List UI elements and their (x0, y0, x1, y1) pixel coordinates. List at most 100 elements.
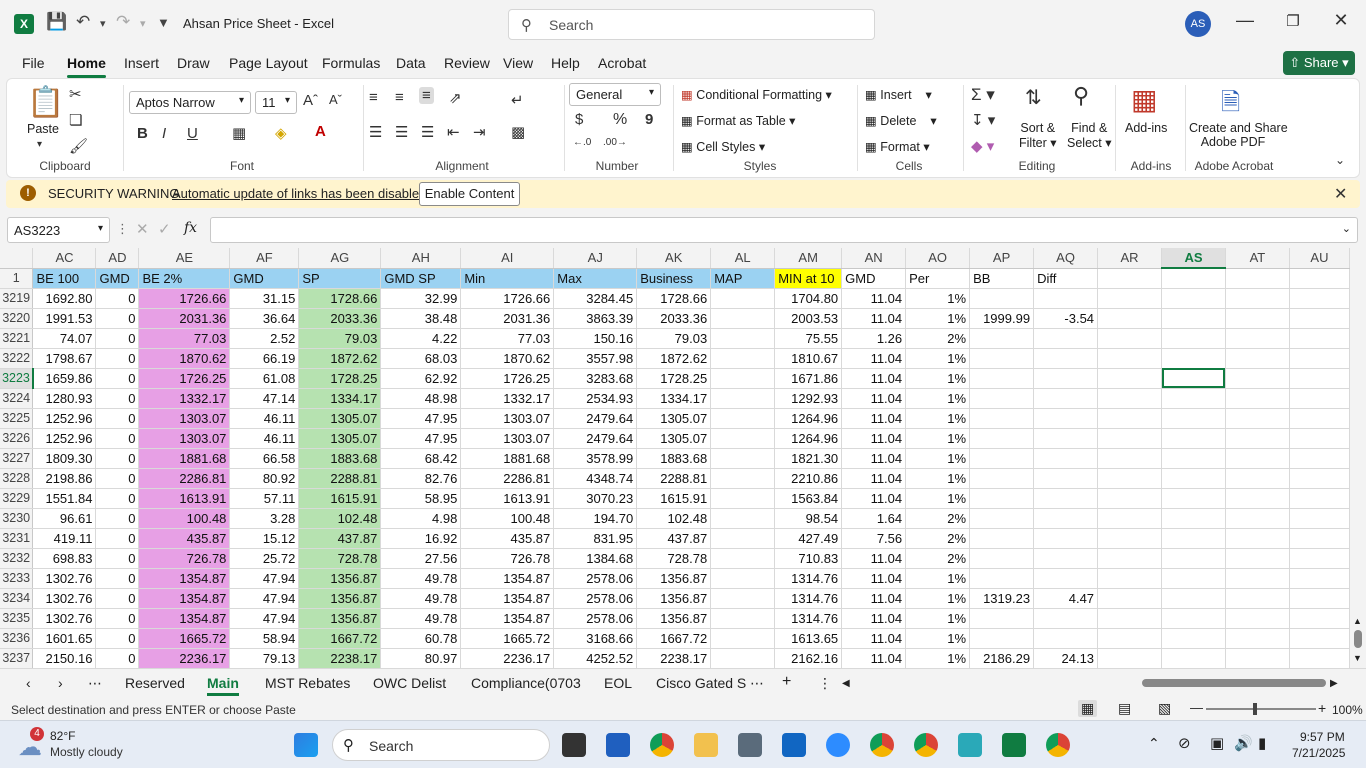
cell[interactable]: 1563.84 (774, 488, 843, 509)
chrome-profile2-icon[interactable] (914, 733, 938, 757)
cell[interactable] (1161, 608, 1226, 629)
cell[interactable] (1225, 628, 1290, 649)
row-header[interactable]: 3231 (0, 528, 34, 549)
cell[interactable] (1097, 288, 1162, 309)
cell[interactable]: 1% (905, 628, 971, 649)
cell[interactable]: 4348.74 (553, 468, 638, 489)
cell[interactable] (1225, 388, 1290, 409)
row-header[interactable]: 3234 (0, 588, 34, 609)
scroll-up-icon[interactable]: ▲ (1353, 616, 1362, 626)
cell[interactable] (1289, 648, 1350, 668)
cell[interactable]: 1881.68 (460, 448, 555, 469)
cell[interactable] (1161, 388, 1226, 409)
cell[interactable]: 1.26 (841, 328, 907, 349)
cell[interactable]: 1332.17 (138, 388, 231, 409)
cell[interactable] (969, 348, 1035, 369)
cell[interactable] (710, 568, 776, 589)
align-top-icon[interactable]: ≡ (369, 89, 378, 106)
cell[interactable] (1289, 528, 1350, 549)
cell[interactable]: 11.04 (841, 608, 907, 629)
cell[interactable]: 27.56 (380, 548, 462, 569)
cell[interactable] (710, 408, 776, 429)
cell[interactable]: 1551.84 (32, 488, 97, 509)
column-header[interactable]: AR (1097, 248, 1162, 269)
cell[interactable] (1225, 448, 1290, 469)
column-header[interactable]: AI (460, 248, 555, 269)
bold-icon[interactable]: B (137, 125, 148, 142)
cell[interactable]: 0 (95, 568, 140, 589)
name-box[interactable]: AS3223 ▾ (7, 217, 110, 243)
cell[interactable]: 0 (95, 468, 140, 489)
cell[interactable] (1097, 408, 1162, 429)
cell[interactable]: 1% (905, 448, 971, 469)
cell[interactable]: 1252.96 (32, 428, 97, 449)
header-cell[interactable] (1097, 268, 1162, 289)
cell[interactable]: 47.14 (229, 388, 300, 409)
file-explorer-icon[interactable] (694, 733, 718, 757)
cell[interactable]: 1872.62 (298, 348, 382, 369)
increase-font-icon[interactable]: Aˆ (303, 92, 318, 109)
cell[interactable] (1225, 588, 1290, 609)
restore-icon[interactable]: ❐ (1278, 12, 1308, 30)
cell[interactable]: 47.94 (229, 568, 300, 589)
cell[interactable]: 1% (905, 568, 971, 589)
cell[interactable]: 1384.68 (553, 548, 638, 569)
delete-cells-button[interactable]: ▦ Delete ▾ (865, 113, 937, 128)
cell[interactable]: 2534.93 (553, 388, 638, 409)
cell[interactable]: 1356.87 (636, 588, 712, 609)
cell[interactable]: 11.04 (841, 288, 907, 309)
page-layout-view-icon[interactable]: ▤ (1118, 700, 1131, 717)
cell[interactable] (1225, 308, 1290, 329)
cell[interactable] (1033, 328, 1099, 349)
more-icon[interactable]: ⋮ (116, 221, 129, 237)
cell[interactable]: 102.48 (298, 508, 382, 529)
cell[interactable]: 3284.45 (553, 288, 638, 309)
cell[interactable] (1161, 368, 1226, 389)
cell[interactable]: 1% (905, 348, 971, 369)
cell[interactable]: 2578.06 (553, 608, 638, 629)
sheet-tab-eol[interactable]: EOL (604, 675, 632, 691)
header-cell[interactable]: SP (298, 268, 382, 289)
cell[interactable] (1097, 368, 1162, 389)
align-center-icon[interactable]: ☰ (395, 123, 408, 141)
cell[interactable]: 1303.07 (138, 408, 231, 429)
cell[interactable]: 2578.06 (553, 568, 638, 589)
cell[interactable]: 1728.25 (298, 368, 382, 389)
cell[interactable]: 68.03 (380, 348, 462, 369)
save-icon[interactable]: 💾 (46, 12, 67, 32)
cell[interactable] (969, 628, 1035, 649)
cell[interactable]: 0 (95, 628, 140, 649)
column-header[interactable]: AJ (553, 248, 638, 269)
cell[interactable] (710, 288, 776, 309)
cell[interactable]: 100.48 (138, 508, 231, 529)
font-color-icon[interactable]: A (315, 123, 326, 140)
redo-icon[interactable]: ↷ (116, 12, 130, 32)
redo-dropdown-icon[interactable]: ▾ (140, 17, 146, 30)
decrease-decimal-icon[interactable]: .00→ (603, 137, 627, 148)
number-format-select[interactable]: General ▾ (569, 83, 661, 106)
header-cell[interactable]: Min (460, 268, 555, 289)
increase-indent-icon[interactable]: ⇥ (473, 123, 486, 141)
cell[interactable]: 1302.76 (32, 568, 97, 589)
cell[interactable]: 11.04 (841, 548, 907, 569)
cell[interactable] (1289, 468, 1350, 489)
tab-file[interactable]: File (22, 55, 45, 71)
cell[interactable]: 11.04 (841, 648, 907, 668)
search-box[interactable]: ⚲ Search (508, 9, 875, 40)
header-cell[interactable]: GMD SP (380, 268, 462, 289)
cell[interactable]: 2% (905, 508, 971, 529)
cell[interactable] (1097, 588, 1162, 609)
cell[interactable] (1097, 648, 1162, 668)
cell[interactable] (1033, 388, 1099, 409)
cell[interactable]: 1252.96 (32, 408, 97, 429)
sheet-tab-owc-delist[interactable]: OWC Delist (373, 675, 446, 691)
cell[interactable] (1161, 348, 1226, 369)
tab-formulas[interactable]: Formulas (322, 55, 380, 71)
row-header[interactable]: 3229 (0, 488, 34, 509)
header-cell[interactable]: BB (969, 268, 1035, 289)
cell[interactable]: 1305.07 (298, 428, 382, 449)
cell[interactable] (1033, 628, 1099, 649)
cell[interactable]: 0 (95, 608, 140, 629)
cell[interactable] (969, 388, 1035, 409)
weather-desc[interactable]: Mostly cloudy (50, 745, 123, 759)
